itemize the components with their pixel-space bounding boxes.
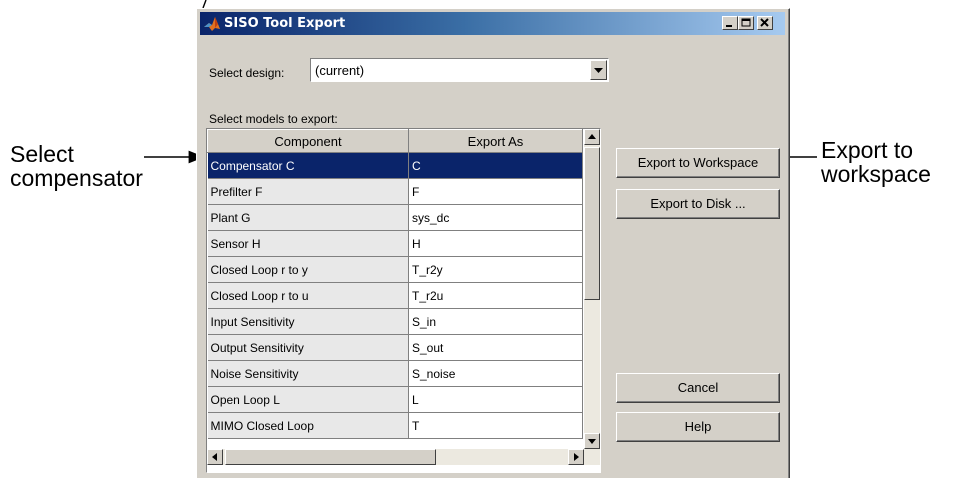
- annotation-line: Select: [10, 141, 74, 167]
- table-row[interactable]: Open Loop LL: [207, 386, 583, 413]
- window-title: SISO Tool Export: [224, 16, 346, 31]
- design-select-value: (current): [315, 63, 365, 78]
- arrow-up-icon: [588, 134, 596, 139]
- siso-tool-export-dialog: SISO Tool Export Select design: (current…: [196, 8, 790, 478]
- horizontal-scroll-thumb[interactable]: [225, 449, 436, 465]
- design-dropdown-button[interactable]: [590, 60, 607, 80]
- maximize-button[interactable]: [738, 16, 754, 30]
- component-cell[interactable]: Open Loop L: [207, 386, 409, 413]
- minimize-icon: [726, 25, 732, 27]
- cancel-button[interactable]: Cancel: [616, 373, 780, 403]
- component-cell[interactable]: Input Sensitivity: [207, 308, 409, 335]
- annotation-line: Export to: [821, 137, 914, 163]
- export-as-cell[interactable]: sys_dc: [408, 204, 583, 231]
- export-to-workspace-annotation: Export to workspace: [821, 138, 931, 186]
- table-header-row: Component Export As: [207, 129, 583, 153]
- export-as-cell[interactable]: S_in: [408, 308, 583, 335]
- chevron-down-icon: [594, 68, 603, 73]
- models-table: Component Export As Compensator C C Prefil…: [207, 129, 583, 439]
- figure-stage: Select compensator Export to workspace S…: [0, 0, 962, 478]
- table-row[interactable]: Noise Sensitivity S_noise: [207, 360, 583, 387]
- arrow-down-icon: [588, 439, 596, 444]
- column-header-export-as[interactable]: Export As: [408, 129, 583, 153]
- component-cell[interactable]: Prefilter F: [207, 178, 409, 205]
- close-button[interactable]: [757, 16, 773, 30]
- arrow-left-icon: [212, 453, 217, 461]
- design-select[interactable]: (current): [310, 58, 609, 82]
- export-as-cell[interactable]: T_r2y: [408, 256, 583, 283]
- export-to-disk-button[interactable]: Export to Disk ...: [616, 189, 780, 219]
- top-edge-arrow-fragment: [202, 0, 207, 9]
- table-row[interactable]: MIMO Closed Loop T: [207, 412, 583, 439]
- arrow-right-icon: [574, 453, 579, 461]
- table-row[interactable]: Compensator CC: [207, 152, 583, 179]
- help-button[interactable]: Help: [616, 412, 780, 442]
- export-as-cell[interactable]: F: [408, 178, 583, 205]
- export-as-cell[interactable]: C: [408, 152, 583, 179]
- table-row[interactable]: Sensor HH: [207, 230, 583, 257]
- scroll-left-button[interactable]: [207, 449, 223, 465]
- select-models-label: Select models to export:: [209, 112, 338, 126]
- component-cell[interactable]: MIMO Closed Loop: [207, 412, 409, 439]
- maximize-icon: [741, 18, 751, 27]
- export-as-cell[interactable]: T_r2u: [408, 282, 583, 309]
- export-as-cell[interactable]: S_noise: [408, 360, 583, 387]
- close-icon: [760, 18, 769, 27]
- matlab-logo-icon: [203, 15, 221, 33]
- scroll-right-button[interactable]: [568, 449, 584, 465]
- minimize-button[interactable]: [722, 16, 738, 30]
- export-as-cell[interactable]: S_out: [408, 334, 583, 361]
- vertical-scrollbar[interactable]: [584, 129, 600, 449]
- export-as-cell[interactable]: H: [408, 230, 583, 257]
- models-table-frame: Component Export As Compensator C C Prefil…: [206, 128, 601, 473]
- select-compensator-annotation: Select compensator: [10, 142, 143, 190]
- table-row[interactable]: Plant Gsys_dc: [207, 204, 583, 231]
- horizontal-scrollbar[interactable]: [207, 449, 600, 465]
- annotation-line: workspace: [821, 161, 931, 187]
- table-row[interactable]: Closed Loop r to y T_r2y: [207, 256, 583, 283]
- table-row[interactable]: Closed Loop r to u T_r2u: [207, 282, 583, 309]
- component-cell[interactable]: Output Sensitivity: [207, 334, 409, 361]
- export-as-cell[interactable]: L: [408, 386, 583, 413]
- export-as-cell[interactable]: T: [408, 412, 583, 439]
- column-header-component[interactable]: Component: [207, 129, 409, 153]
- title-bar[interactable]: SISO Tool Export: [200, 12, 785, 35]
- component-cell[interactable]: Noise Sensitivity: [207, 360, 409, 387]
- table-row[interactable]: Output Sensitivity S_out: [207, 334, 583, 361]
- component-cell[interactable]: Closed Loop r to u: [207, 282, 409, 309]
- select-design-label: Select design:: [209, 66, 285, 80]
- table-row[interactable]: Prefilter FF: [207, 178, 583, 205]
- table-row[interactable]: Input Sensitivity S_in: [207, 308, 583, 335]
- component-cell[interactable]: Closed Loop r to y: [207, 256, 409, 283]
- component-cell[interactable]: Sensor H: [207, 230, 409, 257]
- export-to-workspace-button[interactable]: Export to Workspace: [616, 148, 780, 178]
- scroll-down-button[interactable]: [584, 433, 600, 449]
- vertical-scroll-thumb[interactable]: [584, 147, 600, 300]
- scroll-up-button[interactable]: [584, 129, 600, 145]
- component-cell[interactable]: Compensator C: [207, 152, 409, 179]
- annotation-line: compensator: [10, 165, 143, 191]
- component-cell[interactable]: Plant G: [207, 204, 409, 231]
